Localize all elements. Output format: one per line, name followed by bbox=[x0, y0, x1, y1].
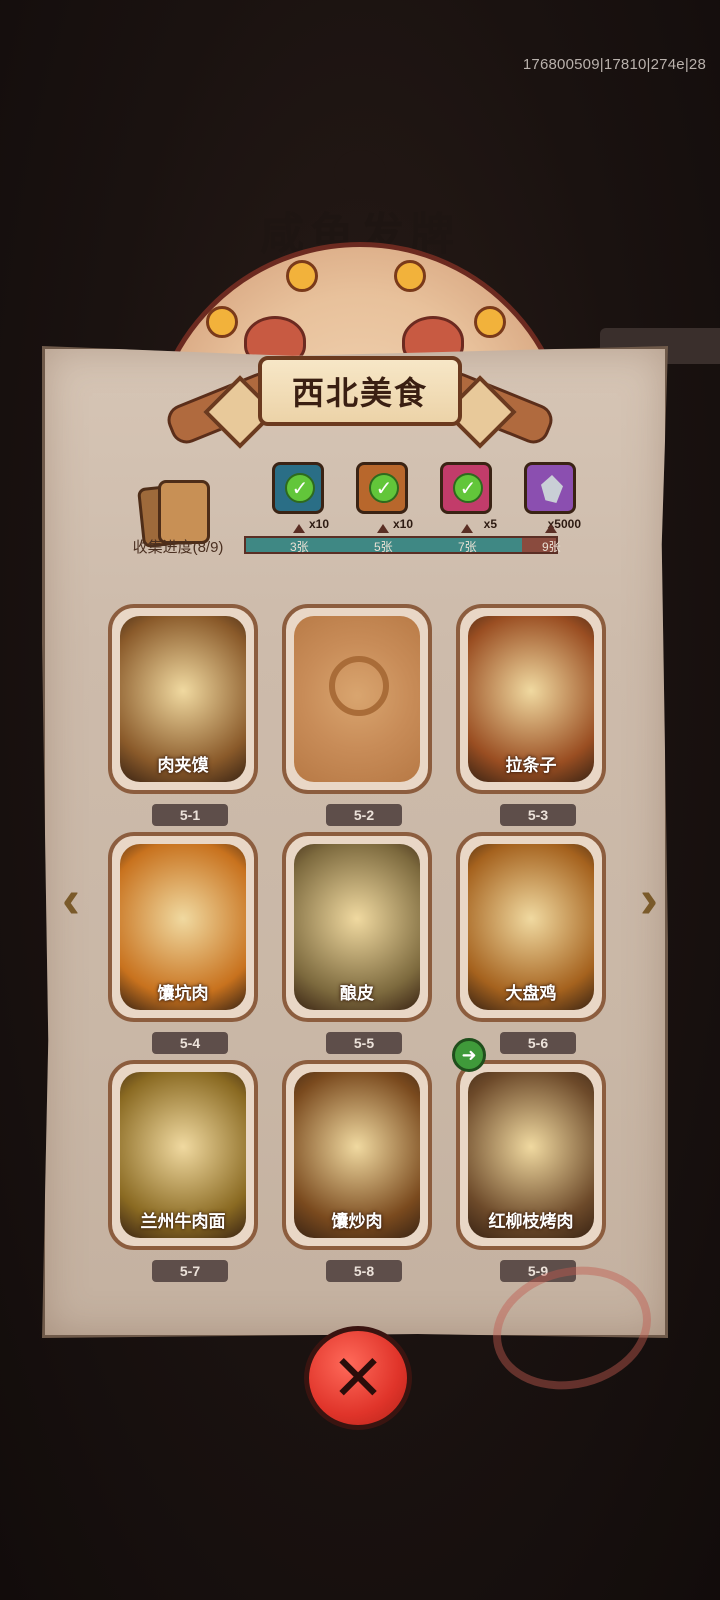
treasure-chest-icon[interactable]: ✓ x10 bbox=[272, 462, 329, 531]
chevron-right-icon[interactable]: › bbox=[626, 866, 672, 932]
milestone-label: 7张 bbox=[458, 540, 477, 554]
stud-decoration bbox=[474, 306, 506, 338]
stud-decoration bbox=[206, 306, 238, 338]
debug-info: 176800509|17810|274e|28 bbox=[522, 56, 706, 73]
food-card-5-8[interactable]: 馕炒肉 bbox=[282, 1060, 432, 1250]
card-number: 5-8 bbox=[326, 1260, 402, 1282]
close-button[interactable]: ✕ bbox=[304, 1326, 412, 1430]
food-card-5-9[interactable]: 红柳枝烤肉 bbox=[456, 1060, 606, 1250]
milestone-marker bbox=[545, 524, 557, 533]
collection-progress-label: 收集进度(8/9) bbox=[132, 539, 224, 556]
food-card-5-1[interactable]: 肉夹馍 bbox=[108, 604, 258, 794]
reward-quantity: x10 bbox=[308, 517, 329, 531]
milestone-marker bbox=[293, 524, 305, 533]
hammer-icon[interactable]: ✓ x10 bbox=[356, 462, 413, 531]
food-card-5-3[interactable]: 拉条子 bbox=[456, 604, 606, 794]
card-number: 5-2 bbox=[326, 804, 402, 826]
card-number: 5-4 bbox=[152, 1032, 228, 1054]
food-name: 馕炒肉 bbox=[331, 1212, 383, 1231]
milestone-marker bbox=[377, 524, 389, 533]
milestone-label: 5张 bbox=[374, 540, 393, 554]
reward-quantity: x10 bbox=[392, 517, 413, 531]
check-icon: ✓ bbox=[285, 473, 315, 503]
orb-icon[interactable]: ✓ x5 bbox=[440, 462, 497, 531]
crystal-shape bbox=[541, 475, 563, 503]
food-name: 红柳枝烤肉 bbox=[488, 1212, 574, 1231]
page-title: 西北美食 bbox=[291, 374, 428, 412]
food-name: 拉条子 bbox=[505, 756, 557, 775]
card-number: 5-5 bbox=[326, 1032, 402, 1054]
check-icon: ✓ bbox=[453, 473, 483, 503]
close-icon: ✕ bbox=[331, 1341, 385, 1414]
background-logo bbox=[334, 150, 386, 194]
milestone-label: 9张 bbox=[542, 540, 561, 554]
lock-emblem-icon bbox=[329, 656, 389, 716]
food-name: 酿皮 bbox=[340, 984, 374, 1003]
check-icon: ✓ bbox=[369, 473, 399, 503]
food-name: 大盘鸡 bbox=[505, 984, 557, 1003]
milestone-label: 3张 bbox=[290, 540, 309, 554]
locked-card-image bbox=[294, 616, 420, 782]
crystal-icon[interactable]: x5000 bbox=[524, 462, 581, 531]
food-card-5-4[interactable]: 馕坑肉 bbox=[108, 832, 258, 1022]
food-name: 兰州牛肉面 bbox=[140, 1212, 226, 1231]
card-number: 5-6 bbox=[500, 1032, 576, 1054]
stud-decoration bbox=[394, 260, 426, 292]
share-arrow-icon[interactable]: ➜ bbox=[452, 1038, 486, 1072]
chevron-left-icon[interactable]: ‹ bbox=[48, 866, 94, 932]
card-number: 5-7 bbox=[152, 1260, 228, 1282]
food-card-5-6[interactable]: 大盘鸡 bbox=[456, 832, 606, 1022]
stud-decoration bbox=[286, 260, 318, 292]
title-banner: 西北美食 bbox=[258, 356, 462, 426]
food-card-5-2-locked[interactable] bbox=[282, 604, 432, 794]
food-name: 肉夹馍 bbox=[157, 756, 209, 775]
card-number: 5-1 bbox=[152, 804, 228, 826]
card-number: 5-3 bbox=[500, 804, 576, 826]
food-card-5-5[interactable]: 酿皮 bbox=[282, 832, 432, 1022]
food-name: 馕坑肉 bbox=[157, 984, 209, 1003]
reward-quantity: x5 bbox=[483, 517, 497, 531]
milestone-marker bbox=[461, 524, 473, 533]
food-card-5-7[interactable]: 兰州牛肉面 bbox=[108, 1060, 258, 1250]
